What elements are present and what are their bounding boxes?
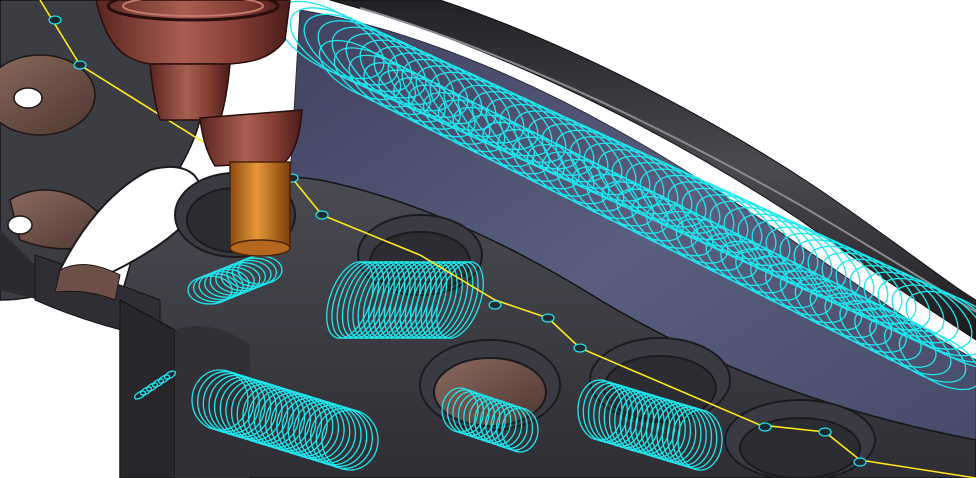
pocket-hole xyxy=(7,215,33,235)
drill-hole-marker xyxy=(315,210,329,220)
machining-illustration xyxy=(0,0,976,478)
drill-hole-marker xyxy=(488,300,502,310)
drill-hole-marker xyxy=(818,427,832,437)
cnc-machining-scene xyxy=(0,0,976,478)
drill-hole-marker xyxy=(758,422,772,432)
end-mill-tool xyxy=(229,161,291,257)
drill-hole-marker xyxy=(541,313,555,323)
drill-hole-marker xyxy=(73,60,87,70)
drill-hole-marker xyxy=(48,15,62,25)
drill-hole-marker xyxy=(853,457,867,467)
drill-hole-marker xyxy=(573,343,587,353)
part-front-wall xyxy=(119,299,176,478)
pocket-hole xyxy=(13,87,43,109)
